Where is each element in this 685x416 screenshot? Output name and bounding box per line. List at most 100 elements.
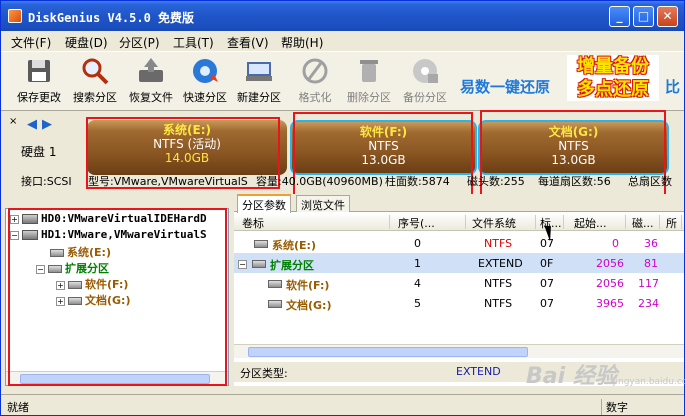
format-button[interactable]: 格式化 (288, 56, 342, 108)
col-volume-label[interactable]: 卷标 (242, 215, 390, 230)
interface-info: 接口:SCSI (21, 175, 72, 188)
app-icon (8, 9, 22, 23)
tab-browse-files[interactable]: 浏览文件 (296, 195, 350, 212)
menu-help[interactable]: 帮助(H) (281, 34, 323, 51)
new-partition-button[interactable]: 新建分区 (232, 56, 286, 108)
row-fs: NTFS (484, 297, 513, 310)
row-start: 3965 (596, 297, 624, 310)
row-start: 2056 (596, 257, 624, 270)
collapse-icon[interactable]: − (238, 257, 247, 270)
scroll-thumb[interactable] (248, 347, 528, 357)
col-filesystem[interactable]: 文件系统 (472, 215, 536, 230)
row-head: 81 (644, 257, 658, 270)
close-icon[interactable]: × (9, 116, 17, 127)
format-label: 格式化 (298, 91, 332, 104)
menu-tools[interactable]: 工具(T) (173, 34, 214, 51)
row-fs: EXTEND (478, 257, 523, 270)
row-fs: NTFS (484, 237, 513, 250)
numlock-indicator: 数字 (601, 399, 628, 415)
title-bar[interactable]: DiskGenius V4.5.0 免费版 _ □ ✕ (1, 1, 684, 31)
delete-partition-label: 删除分区 (347, 91, 391, 104)
watermark-url: jingyan.baidu.com (613, 377, 685, 387)
next-disk-icon[interactable]: ▶ (42, 117, 52, 132)
delete-partition-button[interactable]: 删除分区 (342, 56, 396, 108)
backup-partition-button[interactable]: 备份分区 (398, 56, 452, 108)
col-more[interactable]: 所 (666, 215, 682, 230)
row-label: 扩展分区 (270, 259, 314, 272)
tab-partition-params[interactable]: 分区参数 (237, 194, 291, 213)
row-head: 36 (644, 237, 658, 250)
search-partition-label: 搜索分区 (73, 91, 117, 104)
quick-partition-label: 快速分区 (183, 91, 227, 104)
magnifier-icon (82, 58, 109, 85)
row-index: 4 (414, 277, 421, 290)
search-partition-button[interactable]: 搜索分区 (68, 56, 122, 108)
save-changes-label: 保存更改 (17, 91, 61, 104)
cylinders-info: 柱面数:5874 (385, 175, 450, 188)
col-head[interactable]: 磁... (632, 215, 660, 230)
window-title: DiskGenius V4.5.0 免费版 (28, 11, 195, 25)
floppy-icon (28, 60, 50, 82)
promo-banner[interactable]: 增量备份 多点还原 (567, 55, 659, 101)
row-start: 0 (612, 237, 619, 250)
new-partition-label: 新建分区 (237, 91, 281, 104)
col-start[interactable]: 起始... (574, 215, 626, 230)
partition-type-label: 分区类型: (240, 367, 288, 380)
row-index: 0 (414, 237, 421, 250)
row-index: 5 (414, 297, 421, 310)
col-index[interactable]: 序号(... (398, 215, 466, 230)
watermark-logo: Bai 经验 (526, 364, 617, 389)
annotation-box-documents (480, 110, 666, 205)
partition-icon (252, 257, 269, 270)
annotation-box-software (293, 112, 473, 207)
row-label: 文档(G:) (286, 299, 332, 312)
backup-partition-icon (413, 59, 438, 83)
partition-icon (254, 237, 271, 250)
delete-partition-icon (360, 60, 378, 82)
menu-file[interactable]: 文件(F) (11, 34, 51, 51)
recover-files-icon (139, 58, 163, 82)
table-row[interactable]: 文档(G:) 5 NTFS 07 3965 234 (234, 293, 684, 313)
recover-files-button[interactable]: 恢复文件 (124, 56, 178, 108)
menu-disk[interactable]: 硬盘(D) (65, 34, 108, 51)
partition-icon (268, 277, 285, 290)
disk-info-bar: 接口:SCSI 型号:VMware,VMwareVirtualS 容量:40.0… (1, 171, 684, 189)
row-id: 0F (540, 257, 554, 270)
status-text: 就绪 (7, 401, 29, 414)
table-row[interactable]: 软件(F:) 4 NTFS 07 2056 117 (234, 273, 684, 293)
list-horizontal-scrollbar[interactable] (234, 344, 684, 358)
table-row[interactable]: − 扩展分区 1 EXTEND 0F 2056 81 (234, 253, 684, 273)
promo-one-click-restore[interactable]: 易数一键还原 (460, 76, 550, 97)
close-button[interactable]: ✕ (657, 6, 678, 27)
row-start: 2056 (596, 277, 624, 290)
table-row[interactable]: 系统(E:) 0 NTFS 07 0 36 (234, 233, 684, 253)
save-changes-button[interactable]: 保存更改 (12, 56, 66, 108)
heads-info: 磁头数:255 (467, 175, 525, 188)
menu-bar: 文件(F) 硬盘(D) 分区(P) 工具(T) 查看(V) 帮助(H) (1, 31, 684, 51)
partition-icon (268, 297, 285, 310)
quick-partition-button[interactable]: 快速分区 (178, 56, 232, 108)
previous-disk-icon[interactable]: ◀ (27, 117, 37, 132)
status-bar: 就绪 数字 (1, 394, 684, 415)
promo-banner-line2: 多点还原 (577, 79, 649, 100)
backup-partition-label: 备份分区 (403, 91, 447, 104)
capacity-info: 容量:40.0GB(40960MB) (256, 175, 383, 188)
promo-banner-line1: 增量备份 (577, 56, 649, 77)
maximize-button[interactable]: □ (633, 6, 654, 27)
new-partition-icon (246, 62, 272, 81)
row-id: 07 (540, 297, 554, 310)
main-window: DiskGenius V4.5.0 免费版 _ □ ✕ 文件(F) 硬盘(D) … (0, 0, 685, 416)
menu-partition[interactable]: 分区(P) (119, 34, 160, 51)
promo-cut-text: 比 (665, 78, 681, 96)
minimize-button[interactable]: _ (609, 6, 630, 27)
tab-strip: 分区参数 浏览文件 (234, 194, 684, 213)
disk-label: 硬盘 1 (21, 145, 57, 159)
col-id[interactable]: 标... (540, 215, 564, 230)
sectors-info: 每道扇区数:56 (538, 175, 611, 188)
row-fs: NTFS (484, 277, 513, 290)
partition-type-value: EXTEND (456, 365, 501, 378)
recover-files-label: 恢复文件 (129, 91, 173, 104)
total-sectors-info: 总扇区数 (628, 175, 672, 188)
format-icon (302, 58, 328, 84)
menu-view[interactable]: 查看(V) (227, 34, 269, 51)
